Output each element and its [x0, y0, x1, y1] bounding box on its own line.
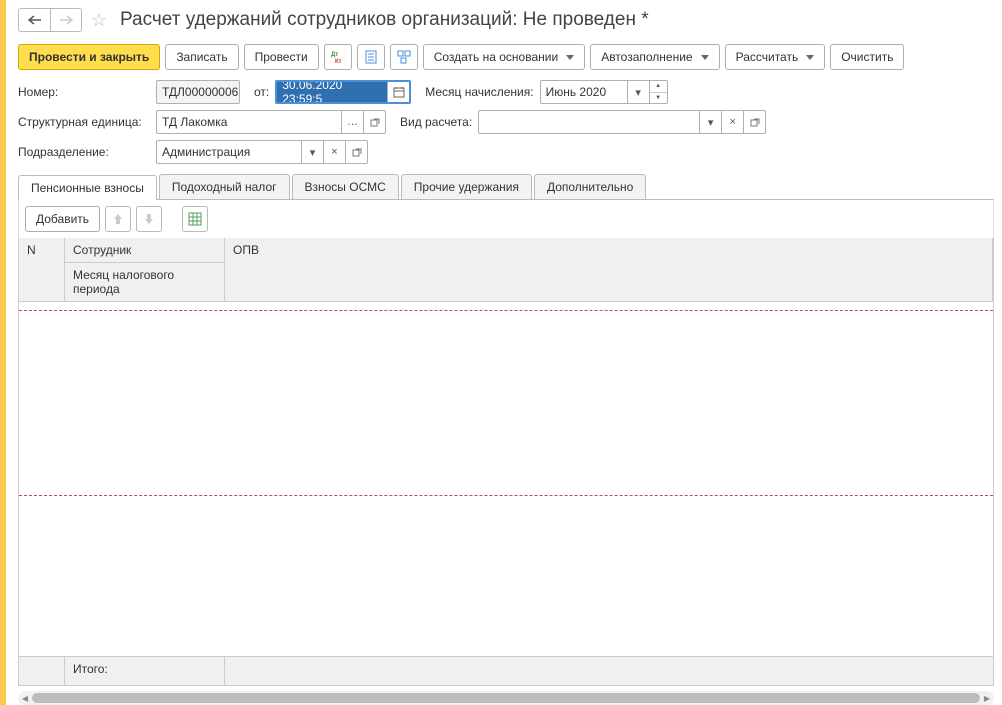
grid-settings-button[interactable]	[182, 206, 208, 232]
col-header-n[interactable]: N	[19, 238, 65, 302]
grid-body-lower[interactable]	[19, 496, 993, 656]
col-header-tax-period[interactable]: Месяц налогового периода	[65, 263, 224, 301]
main-toolbar: Провести и закрыть Записать Провести ДтК…	[18, 44, 994, 70]
department-clear-button[interactable]: ×	[324, 140, 346, 164]
report-button[interactable]	[357, 44, 385, 70]
create-based-on-button[interactable]: Создать на основании	[423, 44, 586, 70]
col-header-employee[interactable]: Сотрудник	[65, 238, 224, 263]
total-label: Итого:	[65, 657, 225, 685]
grid-body[interactable]	[19, 302, 993, 496]
arrow-down-icon	[144, 213, 154, 225]
debit-credit-button[interactable]: ДтКт	[324, 44, 352, 70]
post-and-close-button[interactable]: Провести и закрыть	[18, 44, 160, 70]
scrollbar-thumb[interactable]	[32, 693, 980, 703]
write-button[interactable]: Записать	[165, 44, 238, 70]
autofill-button[interactable]: Автозаполнение	[590, 44, 719, 70]
structural-unit-open-button[interactable]	[364, 110, 386, 134]
number-input[interactable]: ТДЛ00000006	[156, 80, 240, 104]
horizontal-scrollbar[interactable]: ◀ ▶	[18, 691, 994, 705]
month-dropdown-button[interactable]: ▾	[628, 80, 650, 104]
number-label: Номер:	[18, 85, 150, 99]
chevron-down-icon	[701, 55, 709, 60]
tab-osms[interactable]: Взносы ОСМС	[292, 174, 399, 199]
chevron-down-icon	[806, 55, 814, 60]
total-value-cell	[225, 657, 993, 685]
deductions-grid: N Сотрудник Месяц налогового периода ОПВ…	[18, 238, 994, 686]
spinner-down-icon[interactable]: ▼	[650, 93, 667, 104]
page-title: Расчет удержаний сотрудников организаций…	[120, 9, 649, 31]
department-input[interactable]: Администрация	[156, 140, 302, 164]
calc-type-open-button[interactable]	[744, 110, 766, 134]
tab-other-deductions[interactable]: Прочие удержания	[401, 174, 532, 199]
col-header-opv[interactable]: ОПВ	[225, 238, 993, 302]
calendar-icon	[393, 86, 405, 98]
svg-text:Дт: Дт	[331, 52, 338, 58]
tab-pension[interactable]: Пенсионные взносы	[18, 175, 157, 200]
structural-unit-label: Структурная единица:	[18, 115, 150, 129]
department-dropdown-button[interactable]: ▾	[302, 140, 324, 164]
department-label: Подразделение:	[18, 145, 150, 159]
accrual-month-label: Месяц начисления:	[425, 85, 533, 99]
calculate-label: Рассчитать	[736, 50, 799, 64]
calc-type-input[interactable]	[478, 110, 700, 134]
back-button[interactable]	[18, 8, 50, 32]
post-button[interactable]: Провести	[244, 44, 319, 70]
tab-bar: Пенсионные взносы Подоходный налог Взнос…	[18, 174, 994, 200]
month-spinner[interactable]: ▲ ▼	[650, 80, 668, 104]
scroll-left-arrow-icon[interactable]: ◀	[18, 691, 32, 705]
structural-unit-select-button[interactable]: …	[342, 110, 364, 134]
grid-icon	[188, 212, 202, 226]
date-input-group: 30.06.2020 23:59:5	[275, 80, 411, 104]
svg-text:Кт: Кт	[335, 59, 342, 64]
favorite-star-icon[interactable]: ☆	[88, 9, 110, 31]
calendar-button[interactable]	[387, 82, 409, 102]
calc-type-clear-button[interactable]: ×	[722, 110, 744, 134]
calc-type-label: Вид расчета:	[400, 115, 472, 129]
open-link-icon	[750, 117, 760, 127]
arrow-up-icon	[113, 213, 123, 225]
move-up-button[interactable]	[105, 206, 131, 232]
move-down-button[interactable]	[136, 206, 162, 232]
chevron-down-icon	[566, 55, 574, 60]
scroll-right-arrow-icon[interactable]: ▶	[980, 691, 994, 705]
structure-button[interactable]	[390, 44, 418, 70]
date-from-label: от:	[254, 85, 269, 99]
structural-unit-input[interactable]: ТД Лакомка	[156, 110, 342, 134]
open-link-icon	[370, 117, 380, 127]
calculate-button[interactable]: Рассчитать	[725, 44, 826, 70]
autofill-label: Автозаполнение	[601, 50, 692, 64]
department-open-button[interactable]	[346, 140, 368, 164]
open-link-icon	[352, 147, 362, 157]
month-input[interactable]: Июнь 2020	[540, 80, 628, 104]
calc-type-dropdown-button[interactable]: ▾	[700, 110, 722, 134]
add-row-button[interactable]: Добавить	[25, 206, 100, 232]
grid-toolbar: Добавить	[18, 200, 994, 238]
clear-button[interactable]: Очистить	[830, 44, 904, 70]
total-blank-cell	[19, 657, 65, 685]
spinner-up-icon[interactable]: ▲	[650, 81, 667, 93]
date-input[interactable]: 30.06.2020 23:59:5	[277, 82, 387, 102]
forward-button[interactable]	[50, 8, 82, 32]
tab-income-tax[interactable]: Подоходный налог	[159, 174, 290, 199]
nav-row: ☆ Расчет удержаний сотрудников организац…	[18, 8, 994, 32]
create-based-on-label: Создать на основании	[434, 50, 559, 64]
tab-additional[interactable]: Дополнительно	[534, 174, 646, 199]
